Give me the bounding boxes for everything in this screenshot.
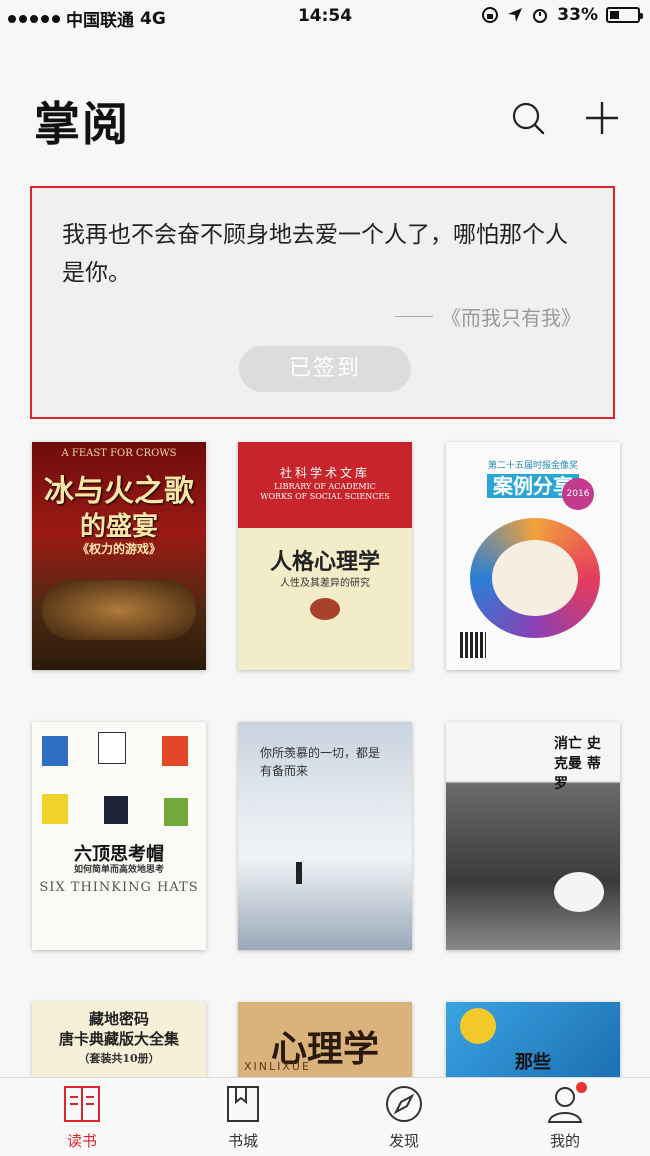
book-1-note: 《权力的游戏》 [76,542,161,556]
book-6-stamp [554,872,604,912]
tab-mine-label: 我的 [549,1132,580,1150]
book-3-art-center [492,540,578,616]
book-1-subtitle: 的盛宴 [79,512,158,542]
quote-source: 《而我只有我》 [395,302,581,331]
book-1-top: A FEAST FOR CROWS [61,448,177,459]
tab-mine[interactable]: 我的 [500,1078,630,1156]
qr-code [460,632,486,658]
quote-dash [395,316,433,317]
notification-dot [576,1082,587,1093]
book-cover-9[interactable]: 那些 [446,1002,620,1077]
book-2-emblem [310,598,340,620]
status-right: 33% [481,5,643,25]
book-cover-6[interactable]: 消亡 史克曼 蒂罗 [446,722,620,950]
tab-bar: 读书 书城 发现 我的 [0,1077,650,1156]
book-1-feast-image [42,580,196,640]
daily-quote-card[interactable]: 我再也不会奋不顾身地去爱一个人了，哪怕那个人是你。 《而我只有我》 已签到 [30,186,615,419]
book-cover-2[interactable]: 社科学术文库 LIBRARY OF ACADEMIC WORKS OF SOCI… [238,442,412,670]
tab-reading[interactable]: 读书 [17,1078,147,1156]
book-2-subtitle: 人性及其差异的研究 [280,578,370,589]
signed-in-button[interactable]: 已签到 [239,346,411,392]
tab-discover-label: 发现 [388,1132,419,1150]
location-icon [508,8,523,22]
compass-icon [386,1086,422,1122]
book-8-en: XINLIXUE [244,1060,311,1073]
book-7-subtitle: 唐卡典藏版大全集 [58,1030,179,1048]
hat-green [164,798,188,826]
book-7-title: 藏地密码 [88,1010,149,1028]
page-title: 掌阅 [34,97,130,151]
tab-bookstore[interactable]: 书城 [178,1078,308,1156]
book-9-title: 那些 [515,1052,551,1073]
book-cover-8[interactable]: 心理学 XINLIXUE [238,1002,412,1077]
tab-discover[interactable]: 发现 [339,1078,469,1156]
book-9-art [460,1008,496,1044]
book-cover-5[interactable]: 你所羡慕的一切，都是有备而来 [238,722,412,950]
book-7-note: （套装共10册） [78,1052,160,1065]
status-bar: 中国联通 4G 14:54 33% [0,0,650,36]
book-2-series-en: LIBRARY OF ACADEMIC WORKS OF SOCIAL SCIE… [260,482,390,501]
battery-percent: 33% [557,5,598,25]
book-cover-1[interactable]: A FEAST FOR CROWS 冰与火之歌 的盛宴 《权力的游戏》 [32,442,206,670]
add-button[interactable] [582,98,622,138]
search-button[interactable] [508,98,548,138]
hat-blue [42,736,68,766]
quote-source-title: 《而我只有我》 [441,306,581,330]
book-5-figure [296,862,302,884]
book-5-title: 你所羡慕的一切，都是有备而来 [260,746,381,778]
hat-white [98,732,126,764]
book-cover-4[interactable]: 六顶思考帽 如何简单而高效地思考 SIX THINKING HATS [32,722,206,950]
tab-bookstore-label: 书城 [227,1132,258,1150]
battery-icon [606,7,643,23]
hat-red [162,736,188,766]
battery-fill [610,11,619,19]
book-open-icon [64,1086,100,1122]
hat-black [104,796,128,824]
plus-icon [586,102,618,134]
book-3-year: 2016 [562,478,594,510]
book-4-subtitle: 如何简单而高效地思考 [73,865,164,875]
book-2-title: 人格心理学 [269,549,380,575]
tab-reading-label: 读书 [66,1132,97,1150]
book-6-title: 消亡 史克曼 蒂罗 [554,736,601,792]
book-cover-3[interactable]: 第二十五届时报金像奖 案例分享 2016 [446,442,620,670]
book-4-en: SIX THINKING HATS [39,880,199,895]
book-cover-7[interactable]: 藏地密码 唐卡典藏版大全集 （套装共10册） [32,1002,206,1077]
alarm-icon [533,9,548,23]
book-1-title: 冰与火之歌 [44,474,194,509]
book-2-series: 社科学术文库 [279,466,370,480]
rotation-lock-icon [482,7,499,23]
bookmark-icon [227,1086,259,1122]
search-icon [512,102,545,135]
hat-yellow [42,794,68,824]
quote-text: 我再也不会奋不顾身地去爱一个人了，哪怕那个人是你。 [62,222,568,286]
